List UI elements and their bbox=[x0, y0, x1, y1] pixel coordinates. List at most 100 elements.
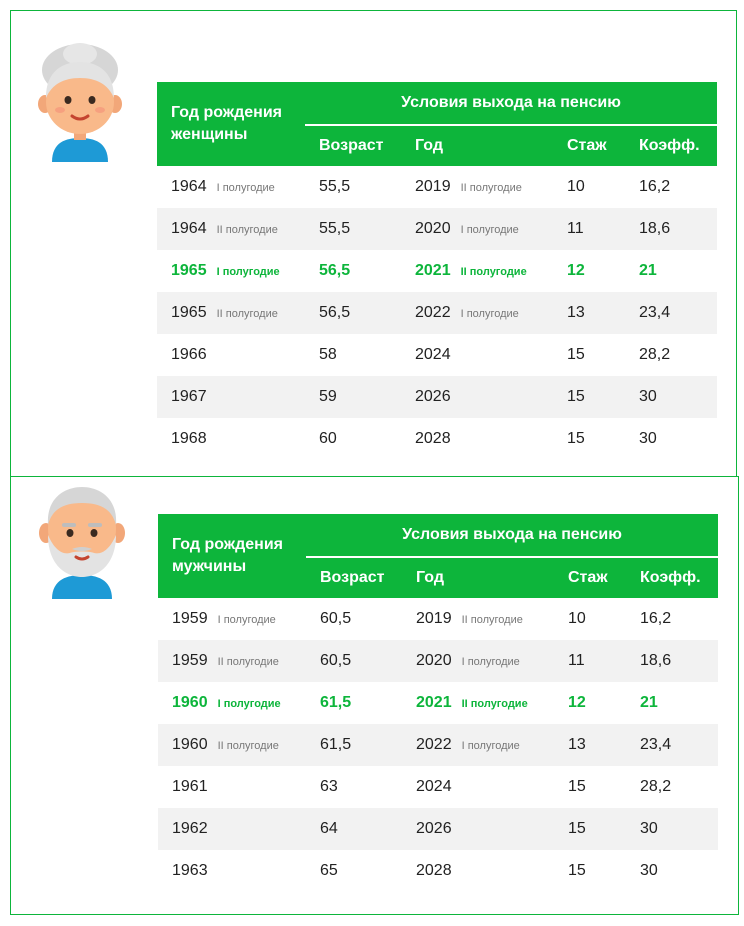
age-cell-value: 55,5 bbox=[319, 178, 351, 195]
pension-year-cell-value: 2028 bbox=[416, 862, 452, 879]
half-year-label: I полугодие bbox=[216, 266, 280, 278]
stazh-cell-value: 10 bbox=[568, 610, 586, 627]
koeff-cell: 23,4 bbox=[625, 292, 718, 334]
table-row: 1964 II полугодие 55,5 2020 I полугодие 11 18,… bbox=[157, 208, 718, 250]
stazh-cell-value: 12 bbox=[568, 694, 586, 711]
koeff-cell-value: 30 bbox=[639, 430, 657, 447]
birth-year-cell: 1962 bbox=[158, 808, 306, 850]
pension-year-cell-value: 2019 bbox=[415, 178, 451, 195]
stazh-cell: 12 bbox=[553, 250, 625, 292]
stazh-cell-value: 10 bbox=[567, 178, 585, 195]
birth-year-cell-value: 1963 bbox=[172, 862, 208, 879]
pension-year-cell: 2022 I полугодие bbox=[401, 292, 553, 334]
pension-year-cell-value: 2022 bbox=[415, 304, 451, 321]
age-cell-value: 61,5 bbox=[320, 736, 352, 753]
koeff-cell-value: 30 bbox=[640, 862, 658, 879]
pension-year-cell-value: 2019 bbox=[416, 610, 452, 627]
stazh-cell-value: 15 bbox=[568, 778, 586, 795]
koeff-cell: 21 bbox=[626, 682, 718, 724]
birth-year-cell: 1968 bbox=[157, 418, 305, 460]
age-cell: 56,5 bbox=[305, 250, 401, 292]
grandmother-icon bbox=[30, 42, 130, 162]
stazh-cell: 15 bbox=[554, 850, 626, 892]
stazh-header: Стаж bbox=[554, 557, 626, 598]
birth-year-cell: 1961 bbox=[158, 766, 306, 808]
pension-year-cell: 2026 bbox=[402, 808, 554, 850]
table-row: 1964 I полугодие 55,5 2019 II полугодие 10 16,… bbox=[157, 166, 717, 208]
birth-year-cell: 1963 bbox=[158, 850, 306, 892]
age-header: Возраст bbox=[305, 125, 401, 166]
stazh-cell: 13 bbox=[554, 724, 626, 766]
pension-year-cell: 2021 II полугодие bbox=[402, 682, 554, 724]
table-row: 1965 I полугодие 56,5 2021 II полугодие 12 21 bbox=[157, 250, 717, 292]
pension-year-cell: 2028 bbox=[401, 418, 553, 460]
pension-year-cell: 2028 bbox=[402, 850, 554, 892]
table-row: 1961 63 2024 15 28,2 bbox=[158, 766, 718, 808]
birth-year-cell-value: 1965 bbox=[171, 262, 207, 279]
koeff-cell: 16,2 bbox=[625, 166, 717, 208]
koeff-cell-value: 16,2 bbox=[639, 178, 671, 195]
pension-year-cell: 2019 II полугодие bbox=[402, 598, 554, 640]
koeff-cell: 21 bbox=[625, 250, 717, 292]
half-year-label: II полугодие bbox=[461, 614, 523, 626]
table-row: 1959 II полугодие 60,5 2020 I полугодие 11 18,… bbox=[158, 640, 719, 682]
pension-year-cell-value: 2024 bbox=[415, 346, 451, 363]
grandfather-icon bbox=[32, 479, 132, 599]
koeff-cell-value: 30 bbox=[639, 388, 657, 405]
birth-year-cell-value: 1960 bbox=[172, 694, 208, 711]
birth-header: Год рождения женщины bbox=[157, 82, 305, 166]
half-year-label: I полугодие bbox=[217, 614, 276, 626]
stazh-cell: 10 bbox=[553, 166, 625, 208]
women-pension-table: Год рождения женщины Условия выхода на п… bbox=[157, 82, 718, 460]
half-year-label: II полугодие bbox=[460, 182, 522, 194]
table-row: 1966 58 2024 15 28,2 bbox=[157, 334, 717, 376]
stazh-cell: 11 bbox=[554, 640, 626, 682]
birth-year-cell-value: 1959 bbox=[172, 652, 208, 669]
table-row: 1965 II полугодие 56,5 2022 I полугодие 13 23,… bbox=[157, 292, 718, 334]
age-cell: 60 bbox=[305, 418, 401, 460]
birth-year-cell: 1959 I полугодие bbox=[158, 598, 306, 640]
birth-year-cell-value: 1968 bbox=[171, 430, 207, 447]
pension-year-cell: 2021 II полугодие bbox=[401, 250, 553, 292]
koeff-cell: 30 bbox=[625, 376, 718, 418]
koeff-cell-value: 23,4 bbox=[640, 736, 672, 753]
stazh-cell: 15 bbox=[553, 418, 625, 460]
half-year-label: I полугодие bbox=[460, 308, 519, 320]
age-cell-value: 56,5 bbox=[319, 304, 351, 321]
age-cell-value: 63 bbox=[320, 778, 338, 795]
age-cell: 58 bbox=[305, 334, 401, 376]
age-cell: 61,5 bbox=[306, 724, 402, 766]
koeff-cell: 30 bbox=[626, 850, 718, 892]
year-header: Год bbox=[401, 125, 553, 166]
stazh-cell-value: 11 bbox=[567, 220, 584, 237]
year-header: Год bbox=[402, 557, 554, 598]
pension-year-cell-value: 2024 bbox=[416, 778, 452, 795]
koeff-cell-value: 18,6 bbox=[640, 652, 672, 669]
age-cell-value: 56,5 bbox=[319, 262, 351, 279]
koeff-header: Коэфф. bbox=[625, 125, 718, 166]
birth-year-cell: 1965 II полугодие bbox=[157, 292, 305, 334]
stazh-cell: 15 bbox=[553, 334, 625, 376]
conditions-header: Условия выхода на пенсию bbox=[305, 82, 718, 126]
koeff-cell-value: 30 bbox=[640, 820, 658, 837]
women-table-body: 1964 I полугодие 55,5 2019 II полугодие 10 16,… bbox=[157, 166, 718, 460]
half-year-label: II полугодие bbox=[216, 308, 278, 320]
stazh-header: Стаж bbox=[553, 125, 625, 166]
age-cell: 55,5 bbox=[305, 166, 401, 208]
stazh-cell-value: 15 bbox=[567, 346, 585, 363]
age-cell-value: 58 bbox=[319, 346, 337, 363]
half-year-label: I полугодие bbox=[216, 182, 275, 194]
stazh-cell-value: 15 bbox=[567, 388, 585, 405]
koeff-cell-value: 23,4 bbox=[639, 304, 671, 321]
stazh-cell-value: 13 bbox=[567, 304, 585, 321]
pension-year-cell-value: 2021 bbox=[416, 694, 452, 711]
conditions-header: Условия выхода на пенсию bbox=[306, 514, 719, 558]
pension-year-cell-value: 2020 bbox=[415, 220, 451, 237]
age-cell: 65 bbox=[306, 850, 402, 892]
age-cell-value: 59 bbox=[319, 388, 337, 405]
pension-year-cell: 2026 bbox=[401, 376, 553, 418]
birth-year-cell-value: 1967 bbox=[171, 388, 207, 405]
koeff-cell: 28,2 bbox=[626, 766, 718, 808]
half-year-label: I полугодие bbox=[461, 740, 520, 752]
pension-year-cell-value: 2026 bbox=[416, 820, 452, 837]
